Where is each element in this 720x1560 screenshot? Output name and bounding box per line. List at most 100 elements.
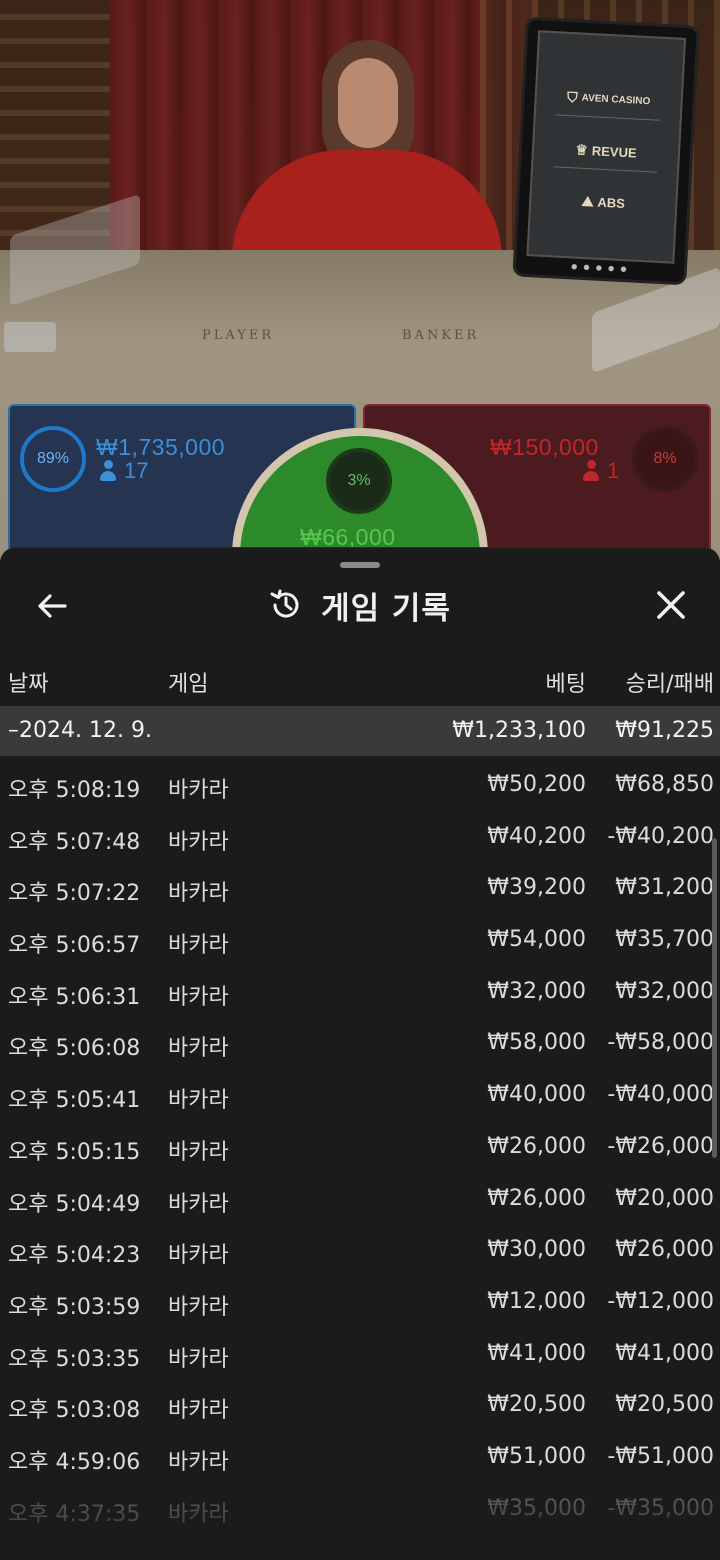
date-group-bet-total: ₩1,233,100 <box>452 718 586 743</box>
row-time: 오후 5:07:48 <box>8 829 141 855</box>
tie-percent-ring: 3% <box>326 448 392 514</box>
row-game: 바카라 <box>168 1191 229 1217</box>
row-game: 바카라 <box>168 1346 229 1372</box>
row-bet: ₩39,200 <box>487 875 586 901</box>
card-stack <box>4 322 56 352</box>
table-row[interactable]: 오후 4:59:06 바카라 ₩51,000 -₩51,000 <box>0 1430 720 1482</box>
row-game: 바카라 <box>168 1449 229 1475</box>
row-result: ₩26,000 <box>615 1237 714 1263</box>
row-time: 오후 5:07:22 <box>8 881 141 907</box>
row-result: -₩51,000 <box>607 1443 714 1469</box>
scrollbar[interactable] <box>712 838 717 1158</box>
player-count: 17 <box>124 458 149 483</box>
history-icon <box>269 588 303 622</box>
table-row[interactable]: 오후 5:05:15 바카라 ₩26,000 -₩26,000 <box>0 1120 720 1172</box>
player-percent-ring: 89% <box>20 426 86 492</box>
row-time: 오후 5:03:08 <box>8 1398 141 1424</box>
banker-bettor-count: 1 <box>583 458 619 484</box>
history-rows: 오후 5:08:19 바카라 ₩50,200 ₩68,850 오후 5:07:48 바카라… <box>0 758 720 1533</box>
history-table-header: 날짜 게임 베팅 승리/패배 <box>0 658 720 702</box>
row-bet: ₩40,000 <box>487 1082 586 1108</box>
date-group-result-total: ₩91,225 <box>615 718 714 743</box>
row-bet: ₩41,000 <box>487 1340 586 1366</box>
table-label-player: PLAYER <box>202 328 275 343</box>
person-icon <box>100 460 116 482</box>
table-row[interactable]: 오후 5:03:59 바카라 ₩12,000 -₩12,000 <box>0 1275 720 1327</box>
row-game: 바카라 <box>168 1398 229 1424</box>
row-time: 오후 5:06:08 <box>8 1036 141 1062</box>
table-row[interactable]: 오후 5:04:23 바카라 ₩30,000 ₩26,000 <box>0 1223 720 1275</box>
table-label-banker: BANKER <box>402 328 480 343</box>
table-row[interactable]: 오후 5:05:41 바카라 ₩40,000 -₩40,000 <box>0 1068 720 1120</box>
table-row[interactable]: 오후 5:04:49 바카라 ₩26,000 ₩20,000 <box>0 1172 720 1224</box>
row-result: ₩20,000 <box>615 1185 714 1211</box>
sponsor-abs-label: ABS <box>597 194 626 211</box>
row-game: 바카라 <box>168 1294 229 1320</box>
banker-count: 1 <box>607 458 620 483</box>
row-bet: ₩58,000 <box>487 1030 586 1056</box>
player-bet-amount: ₩1,735,000 <box>96 434 226 460</box>
game-history-sheet: 게임 기록 날짜 게임 베팅 승리/패배 –2024. 12. 9. ₩1,23… <box>0 547 720 1560</box>
sponsor-aven-label: AVEN CASINO <box>581 92 651 108</box>
close-button[interactable] <box>650 584 692 626</box>
row-result: -₩40,200 <box>607 823 714 849</box>
dealer-face <box>338 58 398 148</box>
row-bet: ₩20,500 <box>487 1392 586 1418</box>
row-game: 바카라 <box>168 829 229 855</box>
row-game: 바카라 <box>168 1139 229 1165</box>
row-result: ₩35,700 <box>615 927 714 953</box>
sponsor-abs: ⛰ ABS <box>550 181 656 222</box>
sponsor-monitor: ⛉ AVEN CASINO ♕ REVUE ⛰ ABS ● ● ● ● ● <box>515 19 697 283</box>
row-result: ₩68,850 <box>615 772 714 797</box>
row-time: 오후 5:04:49 <box>8 1191 141 1217</box>
banker-percent-ring: 8% <box>632 426 698 492</box>
row-time: 오후 5:05:15 <box>8 1139 141 1165</box>
table-row[interactable]: 오후 5:06:57 바카라 ₩54,000 ₩35,700 <box>0 913 720 965</box>
player-percent: 89% <box>36 450 70 467</box>
list-fade-overlay <box>0 1490 720 1560</box>
sheet-drag-handle[interactable] <box>340 562 380 568</box>
row-bet: ₩12,000 <box>487 1288 586 1314</box>
table-row[interactable]: 오후 5:06:31 바카라 ₩32,000 ₩32,000 <box>0 965 720 1017</box>
row-bet: ₩51,000 <box>487 1443 586 1469</box>
row-bet: ₩30,000 <box>487 1237 586 1263</box>
row-result: -₩40,000 <box>607 1082 714 1108</box>
player-bettor-count: 17 <box>100 458 148 484</box>
row-bet: ₩26,000 <box>487 1133 586 1159</box>
row-result: -₩12,000 <box>607 1288 714 1314</box>
banker-percent: 8% <box>653 450 677 467</box>
row-time: 오후 5:06:31 <box>8 984 141 1010</box>
sponsor-aven: ⛉ AVEN CASINO <box>555 79 662 121</box>
sheet-header: 게임 기록 <box>0 582 720 628</box>
row-time: 오후 5:03:35 <box>8 1346 141 1372</box>
sheet-title: 게임 기록 <box>321 590 451 627</box>
column-header-date: 날짜 <box>8 672 49 697</box>
row-game: 바카라 <box>168 1036 229 1062</box>
banker-bet-amount: ₩150,000 <box>490 434 599 460</box>
row-game: 바카라 <box>168 881 229 907</box>
row-bet: ₩54,000 <box>487 927 586 953</box>
table-row[interactable]: 오후 5:08:19 바카라 ₩50,200 ₩68,850 <box>0 758 720 810</box>
row-result: -₩58,000 <box>607 1030 714 1056</box>
date-group-label: –2024. 12. 9. <box>8 718 152 743</box>
table-row[interactable]: 오후 5:06:08 바카라 ₩58,000 -₩58,000 <box>0 1016 720 1068</box>
row-result: ₩20,500 <box>615 1392 714 1418</box>
person-icon <box>583 460 599 482</box>
table-row[interactable]: 오후 5:03:35 바카라 ₩41,000 ₩41,000 <box>0 1327 720 1379</box>
row-game: 바카라 <box>168 933 229 959</box>
aven-shield-icon: ⛉ <box>566 88 579 106</box>
row-game: 바카라 <box>168 1088 229 1114</box>
row-time: 오후 5:05:41 <box>8 1088 141 1114</box>
table-row[interactable]: 오후 5:07:22 바카라 ₩39,200 ₩31,200 <box>0 861 720 913</box>
close-icon <box>657 591 685 619</box>
sponsor-revue-label: REVUE <box>591 143 637 161</box>
date-group-row[interactable]: –2024. 12. 9. ₩1,233,100 ₩91,225 <box>0 706 720 756</box>
abs-logo-icon: ⛰ <box>581 192 594 209</box>
column-header-game: 게임 <box>168 672 209 697</box>
row-result: ₩32,000 <box>615 978 714 1004</box>
row-time: 오후 5:08:19 <box>8 778 141 803</box>
table-row[interactable]: 오후 5:07:48 바카라 ₩40,200 -₩40,200 <box>0 810 720 862</box>
table-row[interactable]: 오후 5:03:08 바카라 ₩20,500 ₩20,500 <box>0 1378 720 1430</box>
row-result: -₩26,000 <box>607 1133 714 1159</box>
column-header-result: 승리/패배 <box>625 672 714 697</box>
